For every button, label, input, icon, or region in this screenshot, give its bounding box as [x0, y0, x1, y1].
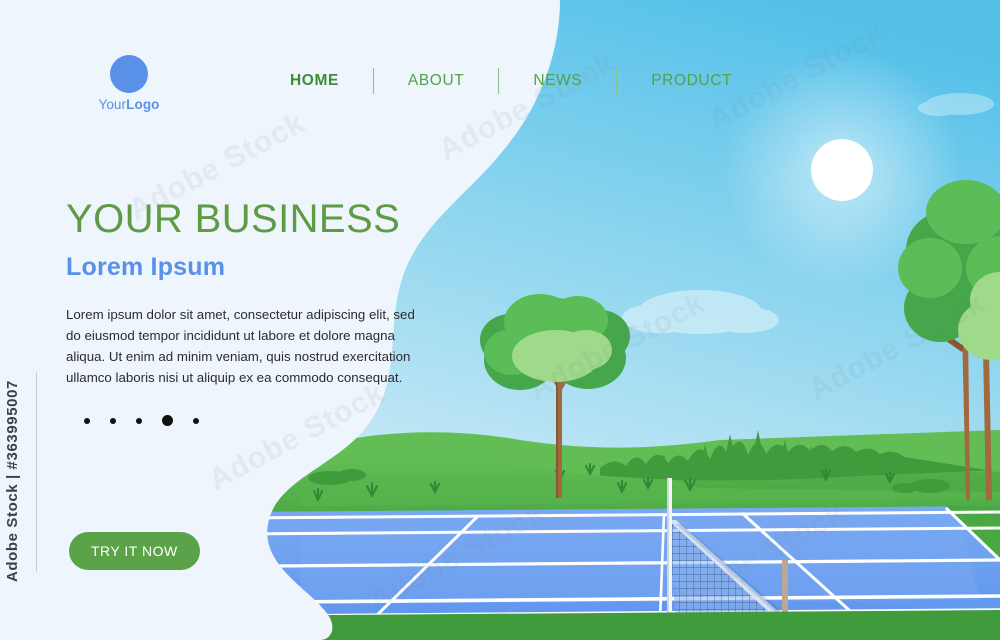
edge-divider — [36, 372, 37, 572]
logo-text: YourLogo — [84, 97, 174, 112]
carousel-dot-3[interactable] — [136, 417, 142, 424]
nav-divider — [498, 68, 500, 94]
landing-page: Adobe Stock Adobe Stock Adobe Stock Adob… — [0, 0, 1000, 640]
carousel-dot-1[interactable] — [84, 417, 90, 424]
site-header: YourLogo HOME ABOUT NEWS PRODUCT — [0, 0, 760, 140]
stock-id-watermark: Adobe Stock | #363995007 — [4, 380, 21, 583]
carousel-dot-2[interactable] — [110, 417, 116, 424]
main-navigation: HOME ABOUT NEWS PRODUCT — [290, 68, 732, 94]
hero-copy: YOUR BUSINESS Lorem Ipsum Lorem ipsum do… — [66, 197, 446, 388]
logo[interactable]: YourLogo — [84, 55, 174, 112]
nav-divider — [372, 68, 374, 94]
try-it-now-button[interactable]: TRY IT NOW — [69, 532, 200, 570]
logo-text-bold: Logo — [126, 97, 160, 112]
hero-description: Lorem ipsum dolor sit amet, consectetur … — [66, 307, 415, 386]
page-subtitle: Lorem Ipsum — [66, 253, 226, 282]
carousel-dot-5[interactable] — [193, 417, 199, 424]
carousel-dots — [84, 415, 199, 426]
page-title: YOUR BUSINESS — [66, 197, 401, 241]
carousel-dot-4[interactable] — [162, 415, 173, 426]
logo-text-light: Your — [98, 97, 127, 112]
nav-item-news[interactable]: NEWS — [533, 72, 582, 90]
circle-logo-icon — [110, 55, 148, 93]
nav-item-product[interactable]: PRODUCT — [651, 72, 732, 90]
nav-divider — [616, 68, 618, 94]
nav-item-home[interactable]: HOME — [290, 72, 339, 90]
nav-item-about[interactable]: ABOUT — [408, 72, 464, 90]
